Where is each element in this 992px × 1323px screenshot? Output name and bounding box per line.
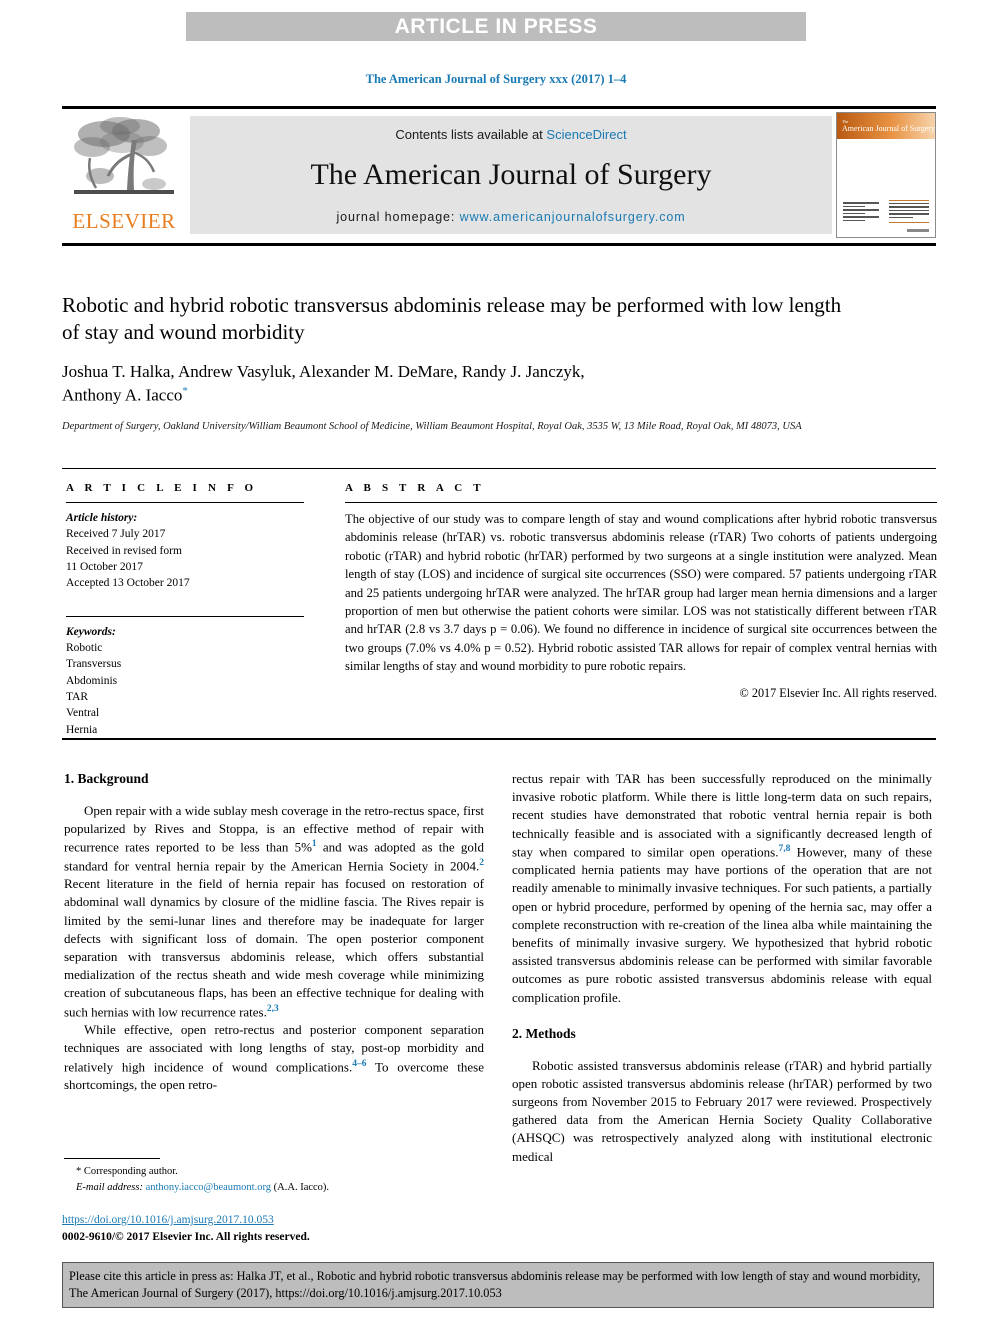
doi-link[interactable]: https://doi.org/10.1016/j.amjsurg.2017.1… bbox=[62, 1212, 482, 1229]
email-owner: (A.A. Iacco). bbox=[273, 1181, 330, 1193]
article-info-label: A R T I C L E I N F O bbox=[66, 482, 258, 494]
citation-marker[interactable]: 7,8 bbox=[779, 844, 791, 854]
footnote-block: * Corresponding author. E-mail address: … bbox=[64, 1164, 484, 1196]
elsevier-logo[interactable]: ELSEVIER bbox=[62, 112, 186, 238]
contents-available-line: Contents lists available at ScienceDirec… bbox=[395, 127, 626, 142]
citation-marker[interactable]: 4–6 bbox=[352, 1059, 366, 1069]
contents-prefix: Contents lists available at bbox=[395, 127, 547, 142]
article-in-press-banner: ARTICLE IN PRESS bbox=[186, 12, 806, 41]
author-line-2: Anthony A. Iacco* bbox=[62, 384, 862, 408]
masthead-center-panel: Contents lists available at ScienceDirec… bbox=[190, 116, 832, 234]
article-history-item: Accepted 13 October 2017 bbox=[66, 577, 190, 590]
abstract-copyright: © 2017 Elsevier Inc. All rights reserved… bbox=[739, 686, 937, 701]
email-link[interactable]: anthony.iacco@beaumont.org bbox=[146, 1182, 271, 1193]
journal-running-head: The American Journal of Surgery xxx (201… bbox=[365, 72, 627, 86]
email-note: E-mail address: anthony.iacco@beaumont.o… bbox=[64, 1180, 484, 1196]
elsevier-wordmark: ELSEVIER bbox=[72, 209, 176, 233]
background-paragraph-2-left: While effective, open retro-rectus and p… bbox=[64, 1021, 484, 1094]
corresponding-author-note: * Corresponding author. bbox=[76, 1166, 178, 1177]
section-heading-background: 1. Background bbox=[64, 771, 149, 786]
abstract-label: A B S T R A C T bbox=[345, 482, 485, 494]
keyword-item: TAR bbox=[66, 690, 89, 703]
please-cite-box: Please cite this article in press as: Ha… bbox=[62, 1262, 934, 1308]
abstract-bottom-rule bbox=[62, 738, 936, 740]
bg-p1-c: Recent literature in the field of hernia… bbox=[64, 876, 484, 1019]
article-in-press-label: ARTICLE IN PRESS bbox=[394, 14, 598, 38]
cover-text-block-right bbox=[889, 199, 929, 223]
please-cite-text: Please cite this article in press as: Ha… bbox=[69, 1269, 921, 1301]
article-info-column: A R T I C L E I N F O Article history: R… bbox=[66, 482, 304, 738]
abstract-column: A B S T R A C T The objective of our stu… bbox=[345, 482, 937, 701]
abstract-text: The objective of our study was to compar… bbox=[345, 512, 937, 673]
elsevier-tree-icon bbox=[74, 117, 174, 194]
article-info-rule bbox=[66, 502, 304, 503]
article-history-block: Article history: Received 7 July 2017 Re… bbox=[66, 510, 304, 592]
bg-p2-c: However, many of these complicated herni… bbox=[512, 844, 933, 1005]
journal-masthead: ELSEVIER Contents lists available at Sci… bbox=[62, 112, 936, 238]
keyword-item: Abdominis bbox=[66, 674, 118, 687]
background-paragraph-2-right: rectus repair with TAR has been successf… bbox=[512, 770, 932, 1007]
keywords-heading: Keywords: bbox=[66, 625, 116, 638]
author-last: Anthony A. Iacco bbox=[62, 385, 183, 405]
keywords-rule bbox=[66, 615, 304, 617]
keyword-item: Transversus bbox=[66, 658, 122, 671]
body-column-left: 1. Background Open repair with a wide su… bbox=[64, 770, 484, 1094]
body-column-right: rectus repair with TAR has been successf… bbox=[512, 770, 932, 1166]
doi-block: https://doi.org/10.1016/j.amjsurg.2017.1… bbox=[62, 1212, 482, 1245]
article-history-item: Received 7 July 2017 bbox=[66, 528, 166, 541]
background-paragraph-1: Open repair with a wide sublay mesh cove… bbox=[64, 802, 484, 1021]
methods-paragraph-1: Robotic assisted transversus abdominis r… bbox=[512, 1057, 932, 1164]
keyword-item: Robotic bbox=[66, 641, 103, 654]
abstract-rule bbox=[345, 502, 937, 503]
citation-marker[interactable]: 2,3 bbox=[267, 1004, 279, 1014]
abstract-top-rule bbox=[62, 468, 936, 469]
cover-body bbox=[837, 139, 935, 235]
cover-header-band: The American Journal of Surgery bbox=[837, 113, 935, 139]
article-history-item: Received in revised form bbox=[66, 544, 182, 557]
author-list: Joshua T. Halka, Andrew Vasyluk, Alexand… bbox=[62, 361, 862, 408]
journal-homepage-line: journal homepage: www.americanjournalofs… bbox=[336, 210, 685, 224]
footnote-separator-rule bbox=[64, 1158, 160, 1159]
keyword-item: Ventral bbox=[66, 707, 100, 720]
keywords-block: Keywords: Robotic Transversus Abdominis … bbox=[66, 624, 304, 738]
cover-footer-mark bbox=[907, 229, 929, 232]
issn-copyright-line: 0002-9610/© 2017 Elsevier Inc. All right… bbox=[62, 1230, 310, 1243]
article-title: Robotic and hybrid robotic transversus a… bbox=[62, 293, 842, 345]
corresponding-author-marker: * bbox=[182, 384, 188, 397]
journal-title: The American Journal of Surgery bbox=[310, 158, 712, 191]
citation-marker[interactable]: 2 bbox=[479, 858, 484, 868]
author-line-1: Joshua T. Halka, Andrew Vasyluk, Alexand… bbox=[62, 361, 585, 381]
cover-text-block-left bbox=[843, 202, 879, 223]
keyword-item: Hernia bbox=[66, 723, 98, 736]
article-history-heading: Article history: bbox=[66, 512, 138, 524]
article-history-item: 11 October 2017 bbox=[66, 560, 143, 573]
section-heading-methods: 2. Methods bbox=[512, 1025, 576, 1041]
homepage-link[interactable]: www.americanjournalofsurgery.com bbox=[460, 210, 686, 224]
title-block: Robotic and hybrid robotic transversus a… bbox=[62, 292, 862, 434]
journal-cover-thumbnail[interactable]: The American Journal of Surgery bbox=[836, 112, 936, 238]
masthead-bottom-rule bbox=[62, 243, 936, 246]
author-affiliation: Department of Surgery, Oakland Universit… bbox=[62, 421, 802, 433]
cover-title: American Journal of Surgery bbox=[842, 124, 935, 133]
homepage-prefix: journal homepage: bbox=[336, 210, 460, 224]
masthead-top-rule bbox=[62, 106, 936, 109]
email-label: E-mail address: bbox=[76, 1181, 143, 1193]
sciencedirect-link[interactable]: ScienceDirect bbox=[546, 127, 626, 142]
